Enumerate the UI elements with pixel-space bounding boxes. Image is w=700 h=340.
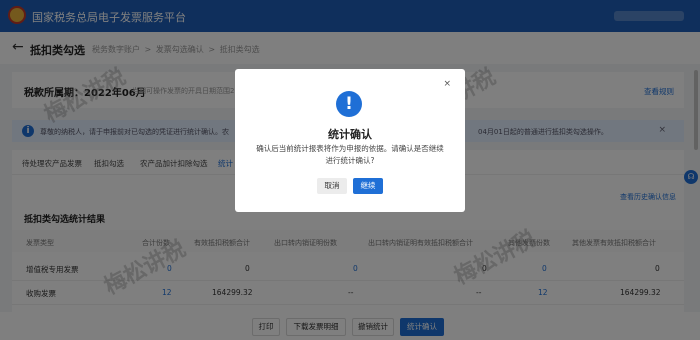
dialog-title: 统计确认	[328, 128, 372, 141]
cancel-button[interactable]: 取消	[317, 178, 347, 194]
dialog-message: 确认后当前统计报表将作为申报的依据。请确认是否继续进行统计确认?	[256, 144, 444, 165]
continue-button[interactable]: 继续	[353, 178, 383, 194]
confirm-dialog: × ! 统计确认 确认后当前统计报表将作为申报的依据。请确认是否继续进行统计确认…	[235, 69, 465, 212]
dialog-close-icon[interactable]: ×	[443, 79, 451, 89]
warning-icon: !	[336, 91, 362, 117]
